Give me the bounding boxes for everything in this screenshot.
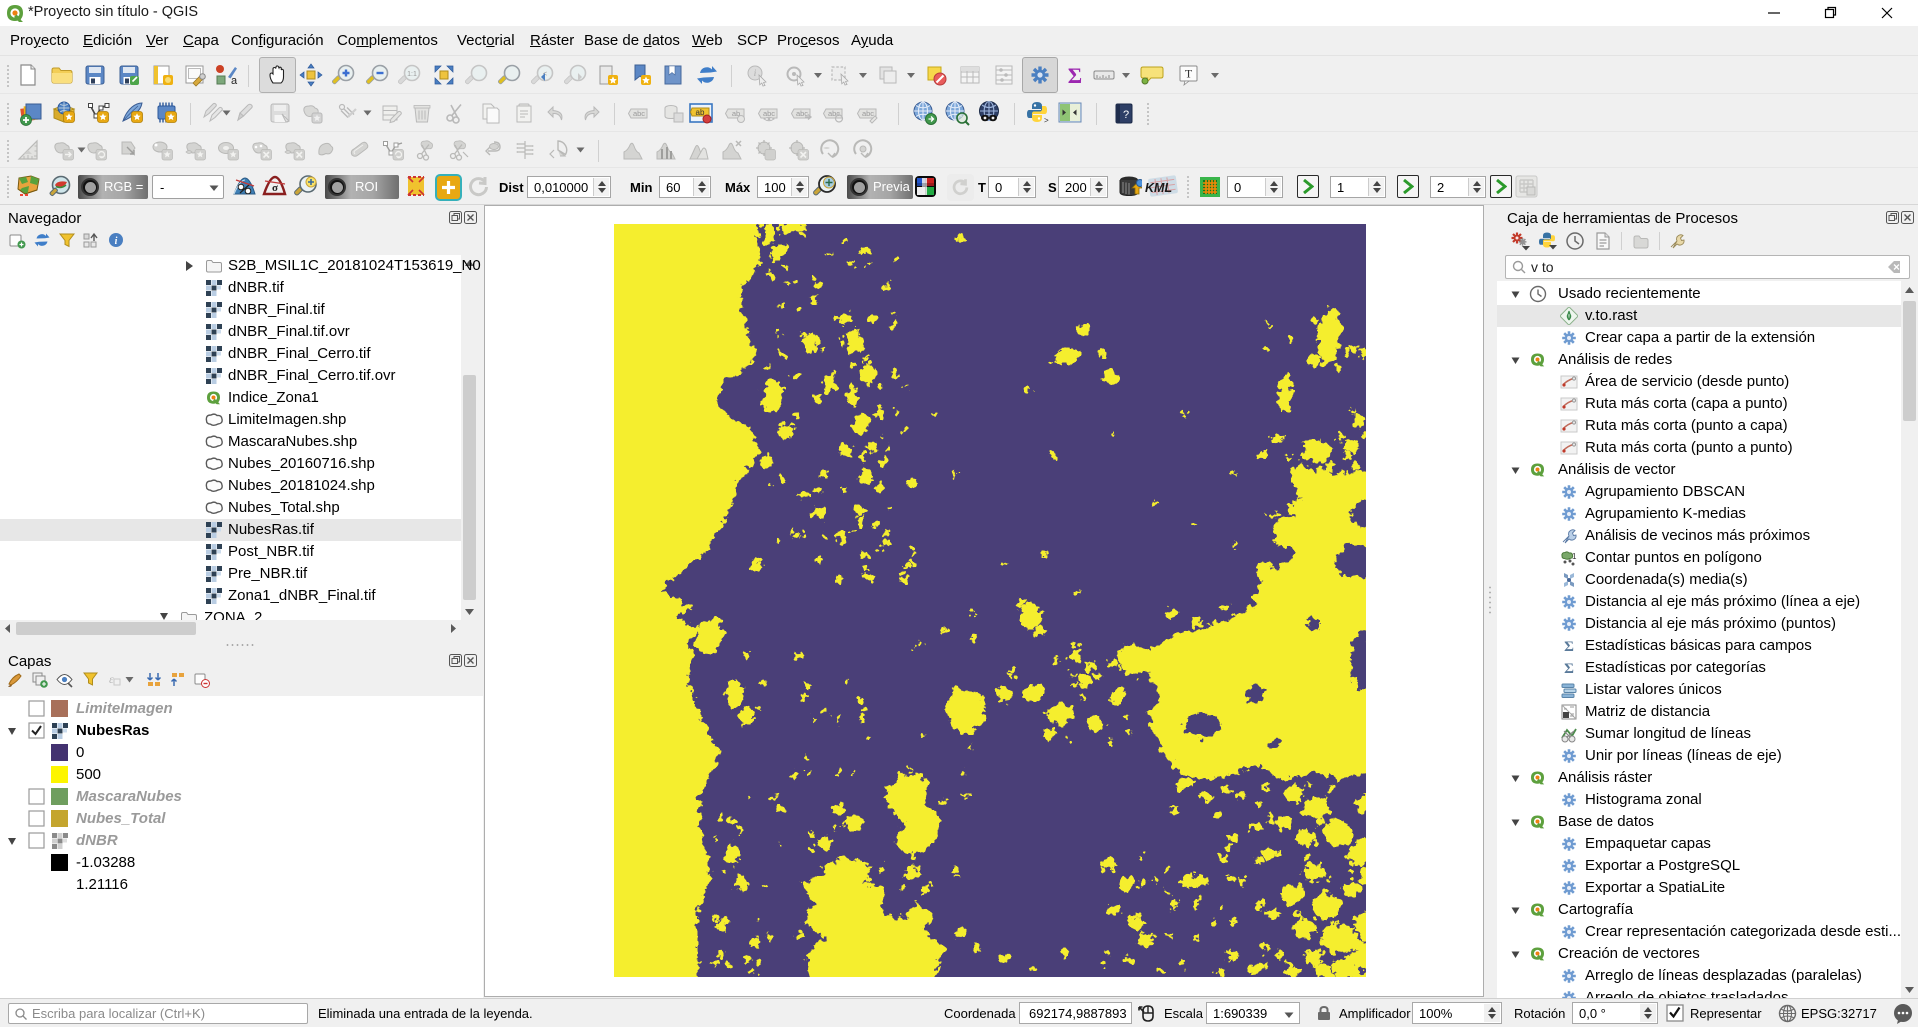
svg-text:ab: ab xyxy=(696,108,705,117)
svg-text:1: 1 xyxy=(1572,552,1577,561)
svg-text:i: i xyxy=(115,236,118,247)
svg-text:ε: ε xyxy=(109,672,114,686)
svg-text:abc: abc xyxy=(763,109,775,118)
svg-text:Σ: Σ xyxy=(1564,661,1574,677)
svg-text:σ: σ xyxy=(272,182,278,194)
svg-text:1:1: 1:1 xyxy=(407,71,417,78)
svg-text:a: a xyxy=(231,75,238,87)
svg-text:T: T xyxy=(1185,67,1193,81)
svg-text:Σ: Σ xyxy=(1068,63,1082,87)
svg-text:>: > xyxy=(1044,116,1049,125)
svg-text:abc: abc xyxy=(828,109,840,118)
svg-text:Σ: Σ xyxy=(1564,639,1574,655)
svg-text:KML: KML xyxy=(1145,181,1172,195)
svg-text:?: ? xyxy=(1123,109,1129,121)
svg-text:abc: abc xyxy=(633,109,645,118)
svg-text:abc: abc xyxy=(862,109,874,118)
